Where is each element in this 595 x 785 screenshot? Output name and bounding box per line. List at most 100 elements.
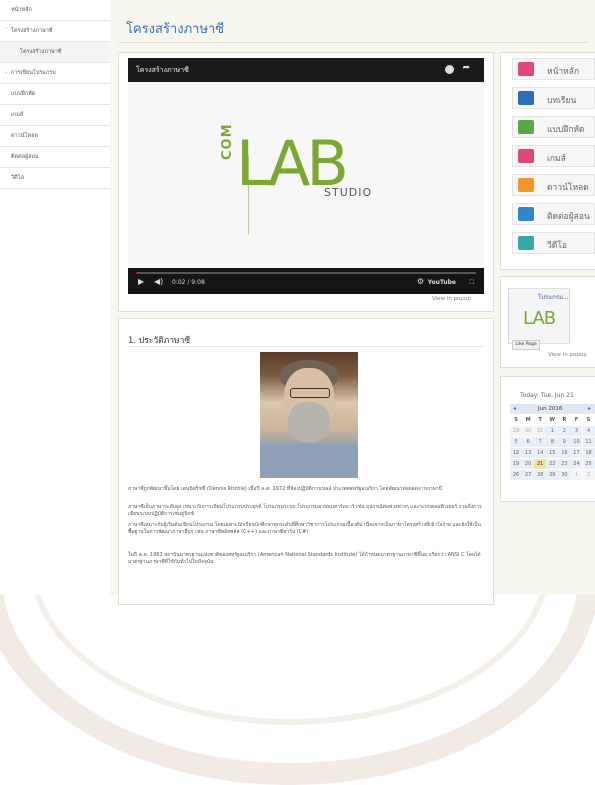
history-paragraph-4: ในปี ค.ศ. 1983 สถาบันมาตรฐานแห่งชาติของส… — [128, 552, 481, 565]
calendar-day[interactable]: 24 — [570, 459, 583, 469]
history-paragraph-2: ภาษาซีเป็นภาษาระดับสูง เหมาะกับการเขียนโ… — [128, 504, 482, 517]
nav-button-label: เกมส์ — [547, 154, 566, 164]
nav-button-label: บทเรียน — [547, 96, 577, 106]
calendar-day[interactable]: 22 — [546, 459, 559, 469]
calendar-day[interactable]: 6 — [522, 437, 535, 447]
sidebar-item-download[interactable]: ดาวน์โหลด — [0, 126, 110, 147]
calendar-prev-icon[interactable]: ◂ — [513, 405, 516, 412]
volume-icon[interactable]: ◀) — [154, 277, 163, 286]
calendar-day[interactable]: 12 — [510, 448, 522, 458]
calendar-day[interactable]: 26 — [510, 470, 522, 480]
fullscreen-icon[interactable]: ⛶ — [470, 279, 474, 287]
chat-icon — [518, 207, 534, 221]
calendar-next-icon[interactable]: ▸ — [588, 405, 591, 412]
calendar-week-row: 26 27 28 29 30 1 2 — [510, 470, 595, 481]
sidebar-item-c-structure[interactable]: ˅ โครงสร้างภาษาซี — [0, 21, 110, 42]
watch-later-icon[interactable] — [445, 65, 454, 74]
nav-button-1[interactable]: บทเรียน — [512, 87, 595, 109]
history-title: 1. ประวัติภาษาซี — [128, 336, 191, 346]
calendar-day[interactable]: 13 — [522, 448, 535, 458]
video-controls: ▶ ◀) 0:02 / 9:08 ⚙ YouTube ⛶ — [128, 268, 484, 294]
calendar-day[interactable]: 25 — [582, 459, 595, 469]
calendar-weekday-row: S M T WR F S — [510, 415, 595, 426]
youtube-logo[interactable]: YouTube — [428, 279, 456, 286]
calendar-week-row: 5 6 7 8 9 10 11 — [510, 437, 595, 448]
calendar-day[interactable]: 1 — [570, 470, 583, 480]
video-progress-fill — [136, 272, 138, 274]
video-title[interactable]: โครงสร้างภาษาซี — [136, 65, 189, 76]
play-icon[interactable]: ▶ — [138, 277, 144, 286]
calendar-weekday: S — [514, 417, 518, 423]
calendar-weekday: R — [562, 417, 567, 423]
calendar-day[interactable]: 23 — [558, 459, 571, 469]
sidebar-item-home[interactable]: หน้าหลัก — [0, 0, 110, 21]
document-icon — [518, 120, 534, 134]
facebook-popup-link[interactable]: View in popup — [548, 352, 587, 358]
calendar-day[interactable]: 7 — [534, 437, 547, 447]
calendar-day[interactable]: 1 — [546, 426, 559, 436]
calendar-weekday: W — [549, 417, 556, 423]
calendar-day[interactable]: 15 — [546, 448, 559, 458]
gamepad-icon — [518, 149, 534, 163]
calendar-day[interactable]: 18 — [582, 448, 595, 458]
calendar-day[interactable]: 10 — [570, 437, 583, 447]
nav-button-3[interactable]: เกมส์ — [512, 145, 595, 167]
page-title: โครงสร้างภาษาซี — [126, 22, 225, 37]
nav-button-2[interactable]: แบบฝึกหัด — [512, 116, 595, 138]
calendar-day[interactable]: 4 — [582, 426, 595, 436]
calendar-day[interactable]: 5 — [510, 437, 522, 447]
calendar-day[interactable]: 17 — [570, 448, 583, 458]
calendar-day[interactable]: 28 — [534, 470, 547, 480]
nav-button-4[interactable]: ดาวน์โหลด — [512, 174, 595, 196]
calendar-day[interactable]: 30 — [522, 426, 535, 436]
calendar-day[interactable]: 19 — [510, 459, 522, 469]
video-popup-link[interactable]: View in popup — [432, 296, 471, 302]
nav-button-0[interactable]: หน้าหลัก — [512, 58, 595, 80]
nav-button-label: แบบฝึกหัด — [547, 125, 585, 135]
sidebar-item-exercises[interactable]: แบบฝึกหัด — [0, 84, 110, 105]
sidebar-menu: หน้าหลัก ˅ โครงสร้างภาษาซี โครงสร้างภาษาซ… — [0, 0, 111, 595]
calendar-day[interactable]: 30 — [558, 470, 571, 480]
home-icon — [518, 62, 534, 76]
monitor-icon — [518, 91, 534, 105]
calendar-day[interactable]: 21 — [534, 459, 547, 469]
calendar-day[interactable]: 27 — [522, 470, 535, 480]
book-icon — [518, 236, 534, 250]
video-frame[interactable]: COM LAB STUDIO — [128, 82, 484, 268]
video-player[interactable]: โครงสร้างภาษาซี ➦ COM LAB STUDIO ▶ ◀) 0:… — [128, 58, 484, 294]
calendar-day[interactable]: 8 — [546, 437, 559, 447]
facebook-like-button[interactable]: Like Page — [512, 340, 540, 350]
calendar-day[interactable]: 29 — [510, 426, 522, 436]
sidebar-item-programming[interactable]: › การเขียนโปรแกรม — [0, 63, 110, 84]
calendar-grid: S M T W R F S 29 30 31 1 2 3 4 5 6 7 8 9 10 11 12 13 14 15 16 17 18… — [510, 415, 595, 481]
calendar-day[interactable]: 2 — [558, 426, 571, 436]
calendar-day[interactable]: 11 — [582, 437, 595, 447]
calendar-day[interactable]: 29 — [546, 470, 559, 480]
calendar-day[interactable]: 3 — [570, 426, 583, 436]
facebook-page-name[interactable]: โปรแกรม... — [538, 292, 569, 302]
calendar-day[interactable]: 20 — [522, 459, 535, 469]
calendar-weekday: T — [538, 417, 542, 423]
sidebar-item-games[interactable]: เกมส์ — [0, 105, 110, 126]
video-progress-bar[interactable] — [136, 272, 476, 274]
nav-button-5[interactable]: ติดต่อผู้สอน — [512, 203, 595, 225]
video-time: 0:02 / 9:08 — [172, 279, 205, 286]
share-icon[interactable]: ➦ — [462, 63, 470, 73]
calendar-day[interactable]: 31 — [534, 426, 547, 436]
calendar-weekday: M — [525, 417, 531, 423]
download-icon — [518, 178, 534, 192]
sidebar-subitem-c-structure[interactable]: โครงสร้างภาษาซี — [0, 42, 110, 63]
sidebar-item-video[interactable]: วีดีโอ — [0, 168, 110, 189]
calendar-day[interactable]: 16 — [558, 448, 571, 458]
gear-icon[interactable]: ⚙ — [417, 277, 424, 286]
logo-studio: STUDIO — [324, 186, 373, 199]
sidebar-item-contact[interactable]: ติดต่อผู้สอน — [0, 147, 110, 168]
calendar-day[interactable]: 14 — [534, 448, 547, 458]
nav-button-6[interactable]: วีดีโอ — [512, 232, 595, 254]
nav-button-label: ดาวน์โหลด — [547, 183, 589, 193]
calendar-day[interactable]: 9 — [558, 437, 571, 447]
calendar-day[interactable]: 2 — [582, 470, 595, 480]
logo-com: COM — [220, 123, 235, 160]
calendar-header: ◂ Jun 2016 ▸ — [510, 404, 595, 414]
calendar-month: Jun 2016 — [538, 406, 563, 412]
